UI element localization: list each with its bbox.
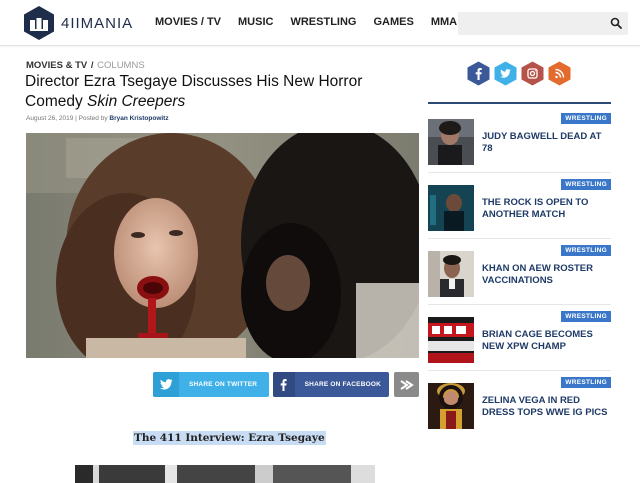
sidebar-item-brian-cage[interactable]: WRESTLING BRIAN CAGE BECOMES NEW XPW CHA… [428,311,611,365]
sidebar-headline[interactable]: KHAN ON AEW ROSTER VACCINATIONS [482,263,611,287]
sidebar-thumbnail [428,317,474,363]
category-tag[interactable]: WRESTLING [561,179,611,190]
share-arrow-icon [399,379,414,390]
search-input[interactable] [458,12,598,35]
nav-games[interactable]: GAMES [373,16,413,28]
logo-hexagon-icon [22,5,56,41]
category-tag[interactable]: WRESTLING [561,245,611,256]
sidebar-separator [428,370,611,371]
instagram-icon[interactable] [521,61,544,86]
sidebar-thumbnail [428,119,474,165]
twitter-icon[interactable] [494,61,517,86]
sidebar-item-khan[interactable]: WRESTLING KHAN ON AEW ROSTER VACCINATION… [428,245,611,299]
sidebar-thumbnail [428,251,474,297]
nav-mma[interactable]: MMA [431,16,457,28]
article-title: Director Ezra Tsegaye Discusses His New … [25,72,405,112]
category-tag[interactable]: WRESTLING [561,377,611,388]
sidebar-separator [428,172,611,173]
posted-by-prefix: | Posted by [73,115,110,122]
article-title-italic: Skin Creepers [87,93,186,110]
site-header: 4IIMANIA MOVIES / TV MUSIC WRESTLING GAM… [0,0,640,46]
sidebar-thumbnail [428,185,474,231]
article-hero-image [26,133,419,358]
article-second-image [75,465,375,483]
sidebar-thumbnail [428,383,474,429]
main-nav: MOVIES / TV MUSIC WRESTLING GAMES MMA [155,16,474,28]
article-author[interactable]: Bryan Kristopowitz [109,115,168,122]
share-twitter-button[interactable]: SHARE ON TWITTER [153,372,269,397]
category-tag[interactable]: WRESTLING [561,113,611,124]
share-twitter-label: SHARE ON TWITTER [189,381,258,388]
sidebar-item-the-rock[interactable]: WRESTLING THE ROCK IS OPEN TO ANOTHER MA… [428,179,611,233]
sidebar-headline[interactable]: JUDY BAGWELL DEAD AT 78 [482,131,611,155]
facebook-icon [273,372,295,397]
site-logo[interactable]: 4IIMANIA [22,5,133,41]
logo-text: 4IIMANIA [61,14,134,32]
article-meta: August 26, 2019 | Posted by Bryan Kristo… [26,115,169,122]
share-facebook-label: SHARE ON FACEBOOK [304,381,381,388]
breadcrumb: MOVIES & TV / COLUMNS [26,60,145,71]
sidebar-headline[interactable]: ZELINA VEGA IN RED DRESS TOPS WWE IG PIC… [482,395,611,419]
nav-music[interactable]: MUSIC [238,16,273,28]
category-tag[interactable]: WRESTLING [561,311,611,322]
breadcrumb-section[interactable]: MOVIES & TV [26,60,87,71]
twitter-icon [153,372,179,397]
sidebar-headline[interactable]: THE ROCK IS OPEN TO ANOTHER MATCH [482,197,611,221]
social-icons [467,61,571,86]
sidebar-headline[interactable]: BRIAN CAGE BECOMES NEW XPW CHAMP [482,329,611,353]
rss-icon[interactable] [548,61,571,86]
nav-movies-tv[interactable]: MOVIES / TV [155,16,221,28]
sidebar-separator [428,238,611,239]
search-box [458,12,628,35]
breadcrumb-separator: / [90,60,94,71]
share-more-button[interactable] [394,372,419,397]
sidebar-separator [428,304,611,305]
search-icon[interactable] [610,17,622,29]
breadcrumb-subsection[interactable]: COLUMNS [97,60,145,71]
facebook-icon[interactable] [467,61,490,86]
article-title-main: Director Ezra Tsegaye Discusses His New … [25,73,363,110]
nav-wrestling[interactable]: WRESTLING [290,16,356,28]
share-facebook-button[interactable]: SHARE ON FACEBOOK [273,372,389,397]
article-date: August 26, 2019 [26,115,74,122]
sidebar-divider [428,102,611,104]
sidebar-item-zelina-vega[interactable]: WRESTLING ZELINA VEGA IN RED DRESS TOPS … [428,377,611,431]
sidebar-item-judy-bagwell[interactable]: WRESTLING JUDY BAGWELL DEAD AT 78 [428,113,611,167]
article-subhead: The 411 Interview: Ezra Tsegaye [133,431,326,445]
